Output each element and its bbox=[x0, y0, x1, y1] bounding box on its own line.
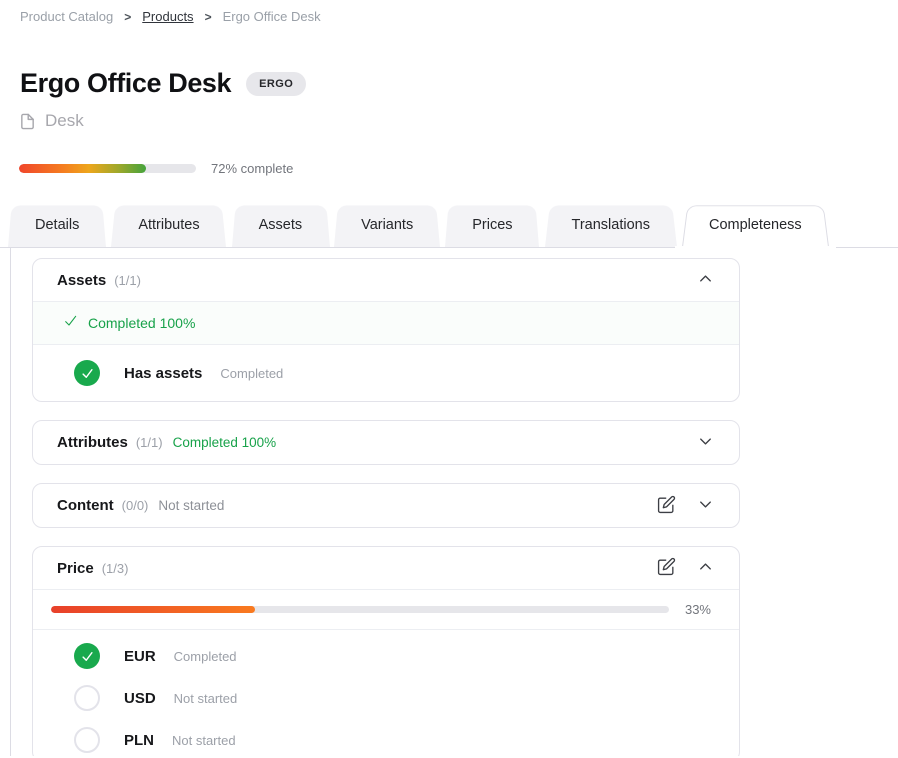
edit-button[interactable] bbox=[657, 557, 676, 579]
breadcrumb-item-current: Ergo Office Desk bbox=[223, 9, 321, 24]
tab-variants[interactable]: Variants bbox=[334, 202, 440, 247]
requirement-label: PLN bbox=[124, 732, 154, 749]
edit-icon bbox=[657, 557, 676, 579]
file-icon bbox=[19, 112, 36, 131]
completeness-progress-bar bbox=[19, 164, 196, 173]
requirement-row: Has assets Completed bbox=[33, 345, 739, 401]
section-status: Completed 100% bbox=[173, 435, 277, 450]
tab-details[interactable]: Details bbox=[8, 202, 106, 247]
check-circle-icon bbox=[74, 643, 100, 669]
section-price: Price (1/3) bbox=[32, 546, 740, 756]
tab-attributes[interactable]: Attributes bbox=[111, 202, 226, 247]
tab-bar: Details Attributes Assets Variants Price… bbox=[0, 198, 898, 248]
tab-translations[interactable]: Translations bbox=[545, 202, 677, 247]
breadcrumb-separator: > bbox=[205, 10, 212, 24]
breadcrumb-separator: > bbox=[124, 10, 131, 24]
requirement-row: PLN Not started bbox=[33, 719, 739, 756]
completeness-progress-fill bbox=[19, 164, 146, 173]
completeness-progress-row: 72% complete bbox=[0, 161, 898, 176]
sku-badge: ERGO bbox=[246, 72, 306, 96]
chevron-down-icon bbox=[696, 495, 715, 517]
requirement-row: USD Not started bbox=[33, 677, 739, 719]
section-attributes-header[interactable]: Attributes (1/1) Completed 100% bbox=[33, 421, 739, 464]
breadcrumb: Product Catalog > Products > Ergo Office… bbox=[0, 0, 898, 24]
section-title: Assets bbox=[57, 272, 106, 289]
product-template-row: Desk bbox=[0, 111, 898, 131]
section-count: (0/0) bbox=[122, 498, 149, 513]
section-summary-label: Completed 100% bbox=[88, 315, 195, 331]
requirement-status: Completed bbox=[220, 366, 283, 381]
price-items: EUR Completed USD Not started PLN Not st… bbox=[33, 630, 739, 756]
section-count: (1/3) bbox=[102, 561, 129, 576]
empty-circle-icon bbox=[74, 727, 100, 753]
requirement-status: Not started bbox=[172, 733, 236, 748]
check-icon bbox=[63, 313, 79, 334]
completeness-progress-label: 72% complete bbox=[211, 161, 293, 176]
section-status: Not started bbox=[158, 498, 224, 513]
collapse-button[interactable] bbox=[696, 269, 715, 291]
tab-completeness[interactable]: Completeness bbox=[682, 202, 829, 247]
edit-icon bbox=[657, 495, 676, 517]
tab-assets[interactable]: Assets bbox=[232, 202, 330, 247]
section-assets-header[interactable]: Assets (1/1) bbox=[33, 259, 739, 302]
section-title: Price bbox=[57, 560, 94, 577]
price-progress-label: 33% bbox=[685, 602, 711, 617]
requirement-label: USD bbox=[124, 690, 156, 707]
breadcrumb-item-products[interactable]: Products bbox=[142, 9, 193, 24]
section-count: (1/1) bbox=[136, 435, 163, 450]
check-circle-icon bbox=[74, 360, 100, 386]
breadcrumb-item-catalog[interactable]: Product Catalog bbox=[20, 9, 113, 24]
section-count: (1/1) bbox=[114, 273, 141, 288]
requirement-status: Completed bbox=[174, 649, 237, 664]
requirement-status: Not started bbox=[174, 691, 238, 706]
section-price-header[interactable]: Price (1/3) bbox=[33, 547, 739, 590]
completeness-panel: Assets (1/1) Completed 100% Has assets C… bbox=[10, 248, 898, 756]
section-assets: Assets (1/1) Completed 100% Has assets C… bbox=[32, 258, 740, 402]
price-progress-fill bbox=[51, 606, 255, 613]
requirement-label: EUR bbox=[124, 648, 156, 665]
price-progress-bar bbox=[51, 606, 669, 613]
section-content-header[interactable]: Content (0/0) Not started bbox=[33, 484, 739, 527]
collapse-button[interactable] bbox=[696, 557, 715, 579]
section-assets-summary: Completed 100% bbox=[33, 302, 739, 345]
section-title: Attributes bbox=[57, 434, 128, 451]
page-title: Ergo Office Desk bbox=[20, 68, 231, 99]
empty-circle-icon bbox=[74, 685, 100, 711]
expand-button[interactable] bbox=[696, 432, 715, 454]
requirement-row: EUR Completed bbox=[33, 635, 739, 677]
chevron-down-icon bbox=[696, 432, 715, 454]
product-header: Ergo Office Desk ERGO bbox=[0, 68, 898, 99]
product-template: Desk bbox=[45, 111, 84, 131]
edit-button[interactable] bbox=[657, 495, 676, 517]
price-progress-row: 33% bbox=[33, 590, 739, 630]
requirement-label: Has assets bbox=[124, 365, 202, 382]
expand-button[interactable] bbox=[696, 495, 715, 517]
chevron-up-icon bbox=[696, 557, 715, 579]
chevron-up-icon bbox=[696, 269, 715, 291]
section-title: Content bbox=[57, 497, 114, 514]
section-content: Content (0/0) Not started bbox=[32, 483, 740, 528]
tab-prices[interactable]: Prices bbox=[445, 202, 539, 247]
section-attributes: Attributes (1/1) Completed 100% bbox=[32, 420, 740, 465]
